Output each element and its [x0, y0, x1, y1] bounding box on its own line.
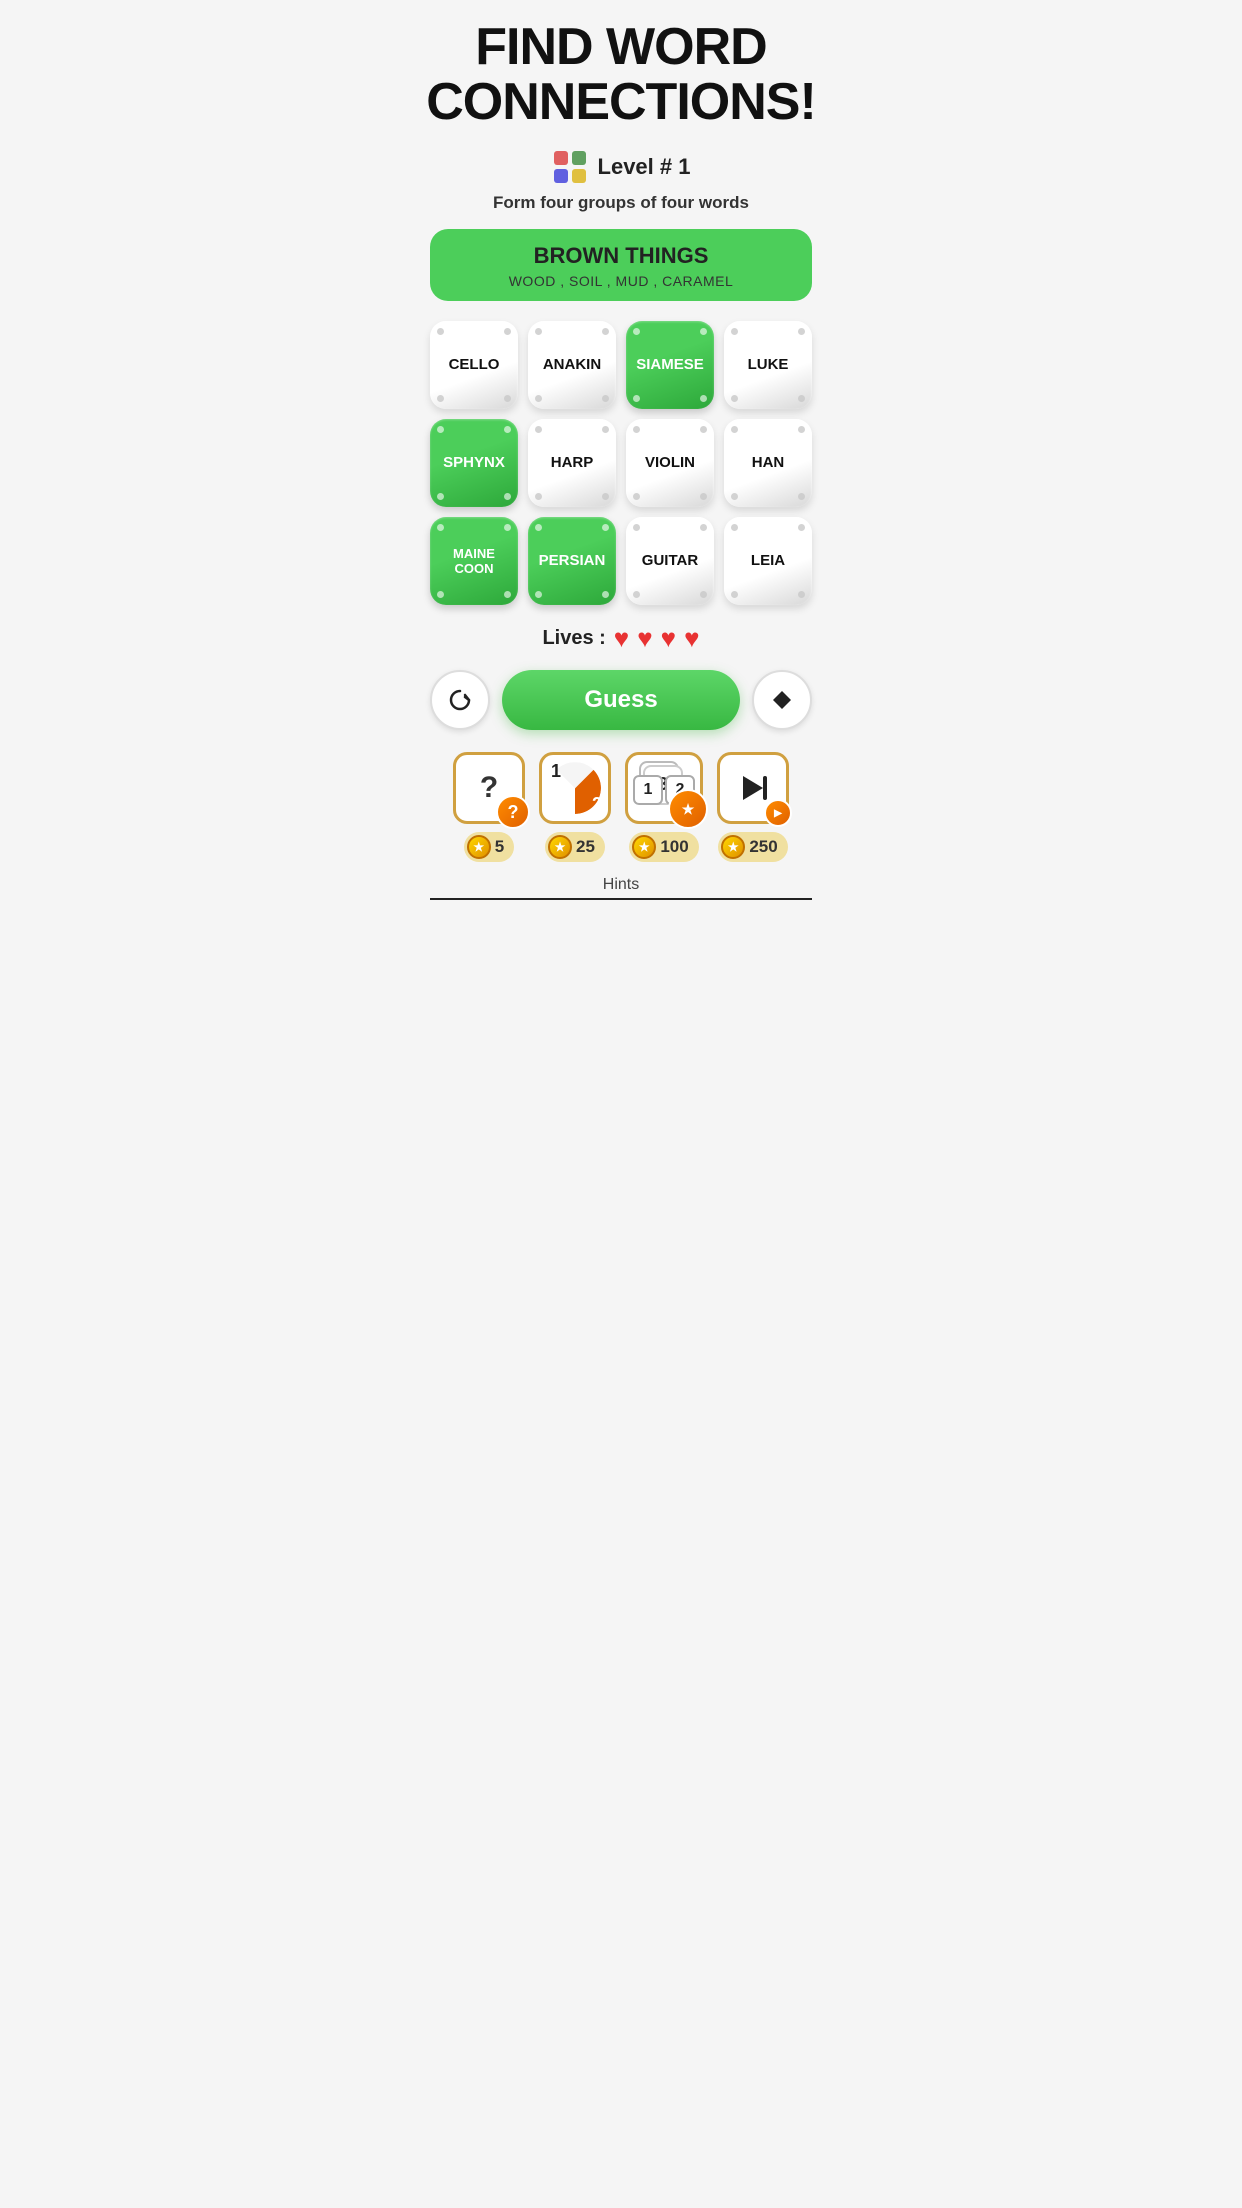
word-grid: CELLO ANAKIN SIAMESE LUKE SPHYNX HARP: [430, 321, 812, 605]
hint-reveal-cost: ★ 100: [629, 832, 698, 862]
heart-3: ♥: [661, 623, 676, 654]
coin-icon-4: ★: [721, 835, 745, 859]
tile-anakin[interactable]: ANAKIN: [528, 321, 616, 409]
hint-reveal: 4 3 1 2 ★ ★ 100: [625, 752, 703, 862]
solved-banner: BROWN THINGS WOOD , SOIL , MUD , CARAMEL: [430, 229, 812, 301]
grid-icon: [552, 149, 588, 185]
hint-question: ? ? ★ 5: [453, 752, 525, 862]
controls-row: Guess: [430, 670, 812, 730]
hint-swap: 1 2 ★ 25: [539, 752, 611, 862]
banner-title: BROWN THINGS: [450, 243, 792, 269]
tile-leia[interactable]: LEIA: [724, 517, 812, 605]
coin-icon-1: ★: [467, 835, 491, 859]
hint-skip: ▶ ★ 250: [717, 752, 789, 862]
heart-1: ♥: [614, 623, 629, 654]
hint-swap-icon: 1 2: [539, 752, 611, 824]
coin-icon-2: ★: [548, 835, 572, 859]
heart-4: ♥: [684, 623, 699, 654]
tile-siamese[interactable]: SIAMESE: [626, 321, 714, 409]
hint-question-cost: ★ 5: [464, 832, 514, 862]
tile-luke[interactable]: LUKE: [724, 321, 812, 409]
erase-button[interactable]: [752, 670, 812, 730]
tile-cello[interactable]: CELLO: [430, 321, 518, 409]
hint-skip-icon: ▶: [717, 752, 789, 824]
tile-sphynx[interactable]: SPHYNX: [430, 419, 518, 507]
bottom-divider: [430, 898, 812, 900]
tile-han[interactable]: HAN: [724, 419, 812, 507]
hint-skip-cost: ★ 250: [718, 832, 787, 862]
skip-icon: [735, 770, 771, 806]
hint-question-icon: ? ?: [453, 752, 525, 824]
hint-skip-badge: ▶: [764, 799, 792, 827]
tile-violin[interactable]: VIOLIN: [626, 419, 714, 507]
app-container: FIND WORDCONNECTIONS! Level # 1 Form fou…: [414, 0, 828, 910]
tile-persian[interactable]: PERSIAN: [528, 517, 616, 605]
page-title: FIND WORDCONNECTIONS!: [426, 20, 816, 129]
refresh-icon: [447, 687, 473, 713]
shuffle-button[interactable]: [430, 670, 490, 730]
hint-swap-cost: ★ 25: [545, 832, 605, 862]
banner-words: WOOD , SOIL , MUD , CARAMEL: [450, 273, 792, 289]
hints-row: ? ? ★ 5 1: [430, 752, 812, 862]
tile-maine-coon[interactable]: MAINE COON: [430, 517, 518, 605]
subtitle: Form four groups of four words: [493, 193, 749, 213]
level-text: Level # 1: [598, 154, 691, 180]
hint-reveal-icon: 4 3 1 2 ★: [625, 752, 703, 824]
hint-question-badge: ?: [496, 795, 530, 829]
hints-label: Hints: [603, 876, 639, 894]
level-row: Level # 1: [552, 149, 691, 185]
hint-reveal-badge: ★: [668, 789, 708, 829]
guess-button[interactable]: Guess: [502, 670, 740, 730]
lives-label: Lives :: [542, 627, 605, 650]
tile-harp[interactable]: HARP: [528, 419, 616, 507]
coin-icon-3: ★: [632, 835, 656, 859]
tile-guitar[interactable]: GUITAR: [626, 517, 714, 605]
heart-2: ♥: [637, 623, 652, 654]
lives-row: Lives : ♥ ♥ ♥ ♥: [542, 623, 699, 654]
erase-icon: [769, 687, 795, 713]
